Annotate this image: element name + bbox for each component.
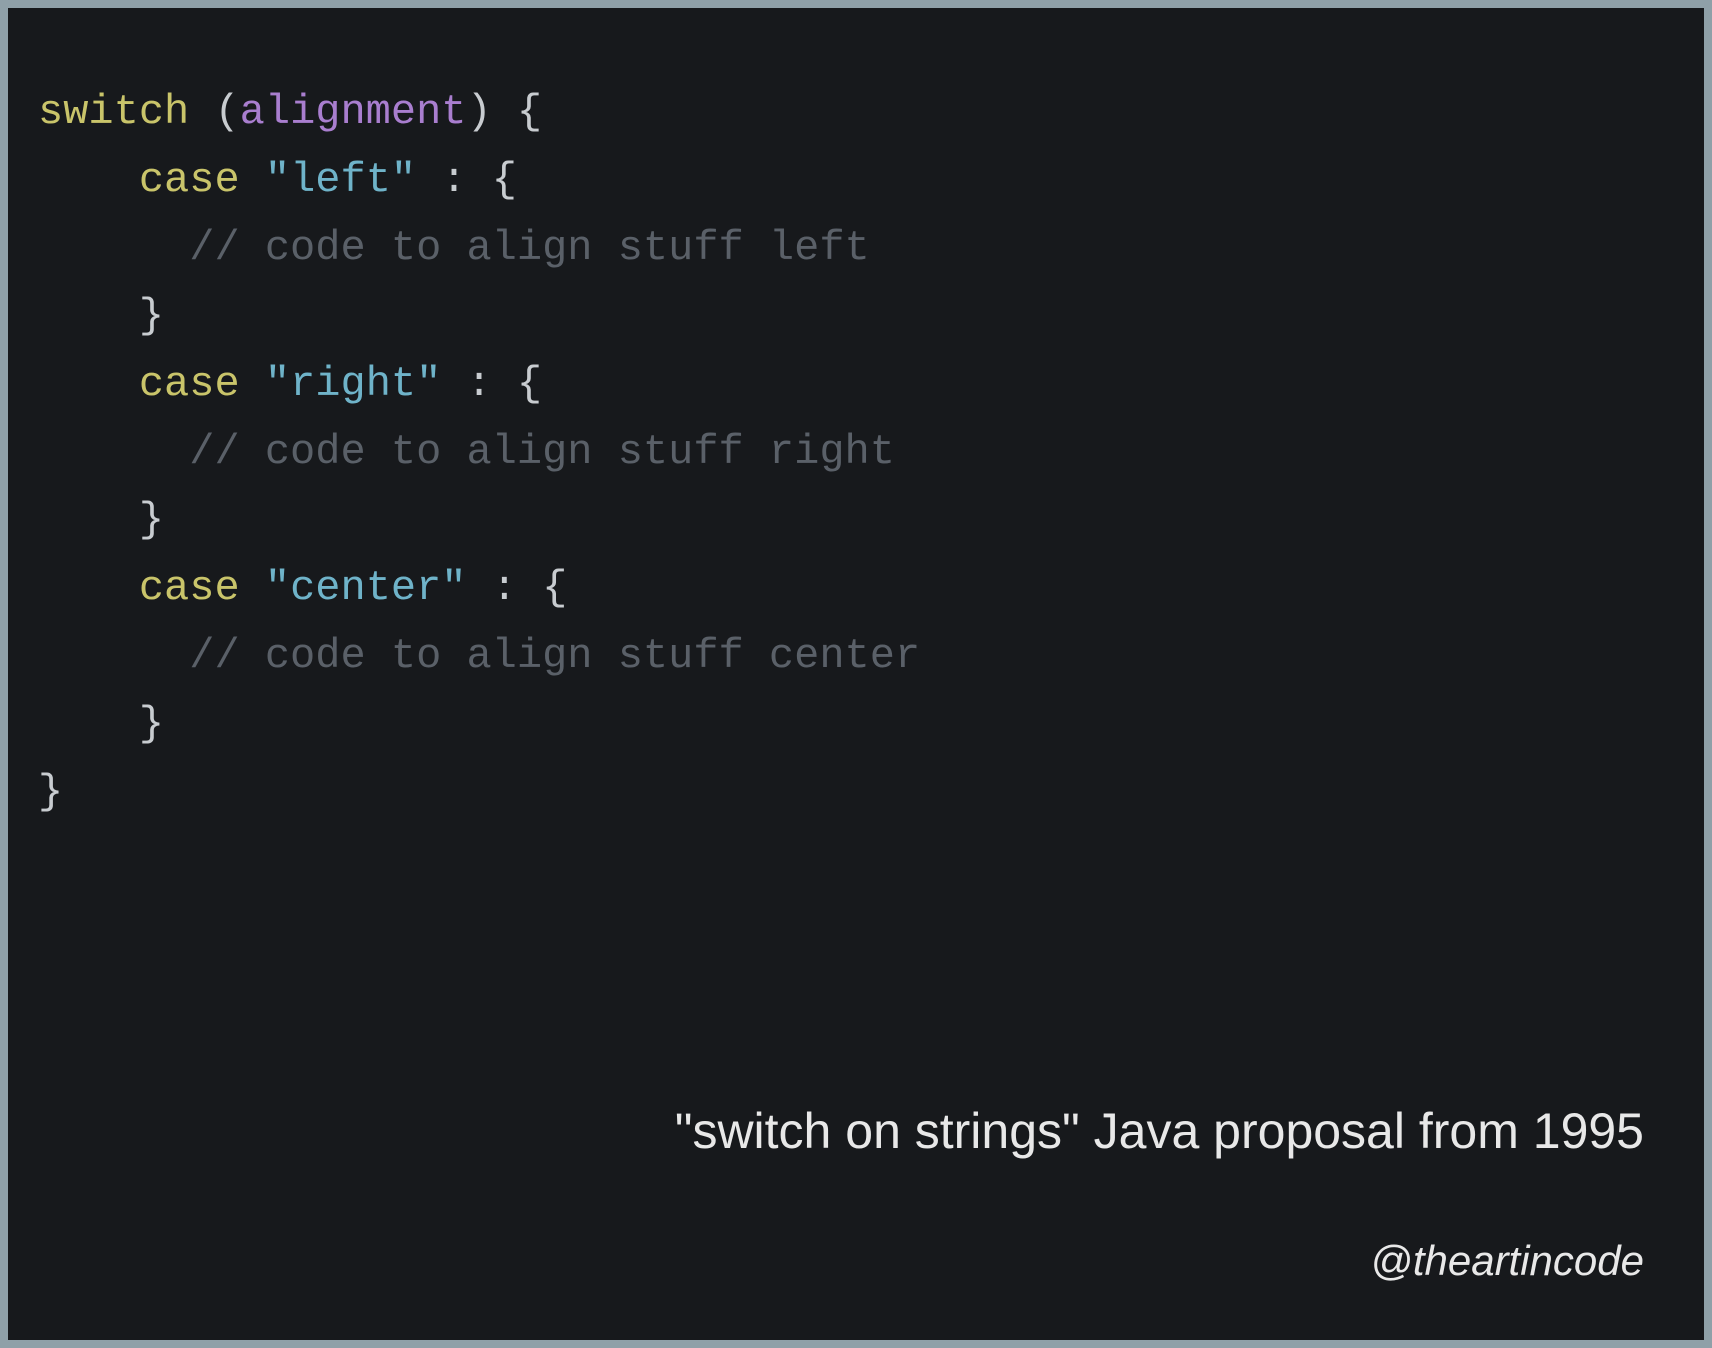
close-brace: } bbox=[38, 768, 63, 816]
colon-brace: : { bbox=[441, 360, 542, 408]
author-handle: @theartincode bbox=[1370, 1237, 1644, 1285]
keyword-case: case bbox=[139, 360, 240, 408]
close-brace: } bbox=[139, 700, 164, 748]
keyword-switch: switch bbox=[38, 88, 189, 136]
close-paren-open-brace: ) { bbox=[467, 88, 543, 136]
comment-line: // code to align stuff right bbox=[189, 428, 895, 476]
identifier-alignment: alignment bbox=[240, 88, 467, 136]
colon-brace: : { bbox=[416, 156, 517, 204]
keyword-case: case bbox=[139, 564, 240, 612]
comment-line: // code to align stuff center bbox=[189, 632, 920, 680]
code-block: switch (alignment) { case "left" : { // … bbox=[38, 78, 1674, 826]
image-caption: "switch on strings" Java proposal from 1… bbox=[675, 1102, 1644, 1160]
keyword-case: case bbox=[139, 156, 240, 204]
open-paren: ( bbox=[189, 88, 239, 136]
string-literal: "left" bbox=[265, 156, 416, 204]
close-brace: } bbox=[139, 496, 164, 544]
string-literal: "right" bbox=[265, 360, 441, 408]
close-brace: } bbox=[139, 292, 164, 340]
string-literal: "center" bbox=[265, 564, 467, 612]
colon-brace: : { bbox=[467, 564, 568, 612]
code-image-frame: switch (alignment) { case "left" : { // … bbox=[0, 0, 1712, 1348]
comment-line: // code to align stuff left bbox=[189, 224, 870, 272]
